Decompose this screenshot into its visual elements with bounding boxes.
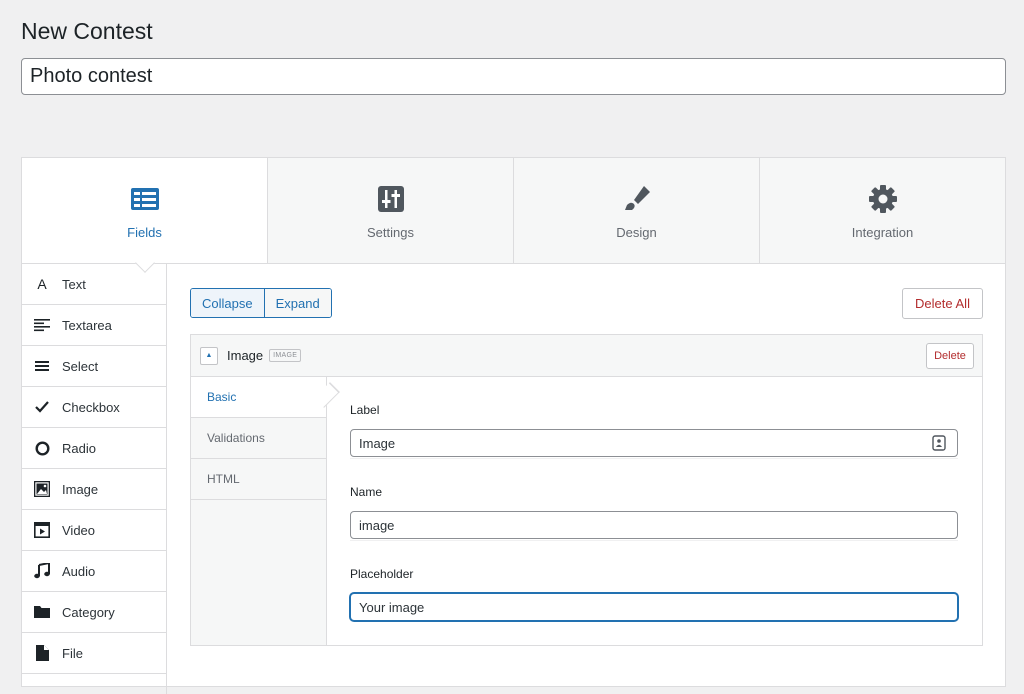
- field-delete-button[interactable]: Delete: [926, 343, 974, 369]
- tab-integration-label: Integration: [851, 225, 914, 240]
- label-caption: Label: [350, 403, 380, 417]
- field-type-radio[interactable]: Radio: [22, 428, 166, 469]
- field-type-label: Checkbox: [62, 399, 120, 415]
- field-type-text[interactable]: A Text: [22, 264, 166, 305]
- field-type-category[interactable]: Category: [22, 592, 166, 633]
- collapse-expand-group: Collapse Expand: [190, 288, 332, 318]
- field-card-header: ▲ Image IMAGE Delete: [191, 335, 982, 377]
- tab-design[interactable]: Design: [513, 158, 759, 263]
- page-title: New Contest: [21, 18, 153, 44]
- tab-design-label: Design: [616, 225, 657, 240]
- tab-settings-label: Settings: [367, 225, 414, 240]
- gear-icon: [868, 185, 897, 213]
- field-type-label: Image: [62, 481, 99, 497]
- field-type-file[interactable]: File: [22, 633, 166, 674]
- expand-button[interactable]: Expand: [263, 289, 331, 317]
- field-card-image: ▲ Image IMAGE Delete Basic Validations H…: [190, 334, 983, 646]
- field-settings-form: Label Name Placeholder: [350, 377, 958, 623]
- placeholder-group: Placeholder: [350, 541, 958, 623]
- contest-title-input[interactable]: [21, 58, 1006, 95]
- subtab-basic[interactable]: Basic: [191, 377, 326, 418]
- field-type-textarea[interactable]: Textarea: [22, 305, 166, 346]
- placeholder-caption: Placeholder: [350, 567, 414, 581]
- field-type-label: Text: [62, 276, 86, 292]
- paintbrush-icon: [624, 186, 650, 210]
- field-type-audio[interactable]: Audio: [22, 551, 166, 592]
- builder-tabs: Fields Settings Design Integration: [22, 158, 1005, 264]
- collapse-button[interactable]: Collapse: [191, 289, 264, 317]
- field-type-label: Audio: [62, 563, 96, 579]
- placeholder-input[interactable]: [350, 593, 958, 621]
- name-caption: Name: [350, 485, 383, 499]
- collapse-toggle-icon[interactable]: ▲: [200, 346, 218, 365]
- field-type-label: Video: [62, 522, 96, 538]
- field-type-label: Textarea: [62, 317, 112, 333]
- field-card-title: Image: [227, 348, 264, 363]
- tab-fields[interactable]: Fields: [22, 158, 267, 263]
- delete-all-button[interactable]: Delete All: [902, 288, 983, 319]
- field-type-label: Select: [62, 358, 99, 374]
- image-icon: [34, 481, 50, 497]
- video-icon: [34, 522, 50, 538]
- label-input[interactable]: [350, 429, 958, 457]
- field-type-video[interactable]: Video: [22, 510, 166, 551]
- select-icon: [34, 358, 50, 374]
- subtab-html[interactable]: HTML: [191, 459, 326, 500]
- field-subtabs: Basic Validations HTML: [191, 377, 327, 645]
- radio-icon: [34, 440, 50, 456]
- field-type-label: Category: [62, 604, 115, 620]
- audio-icon: [34, 563, 50, 579]
- text-icon: A: [37, 276, 47, 292]
- textarea-icon: [34, 317, 50, 333]
- category-icon: [34, 604, 50, 620]
- tab-fields-label: Fields: [127, 225, 162, 240]
- field-type-select[interactable]: Select: [22, 346, 166, 387]
- field-type-label: File: [62, 645, 83, 661]
- settings-sliders-icon: [377, 186, 404, 212]
- field-type-checkbox[interactable]: Checkbox: [22, 387, 166, 428]
- tab-settings[interactable]: Settings: [267, 158, 513, 263]
- field-type-image[interactable]: Image: [22, 469, 166, 510]
- field-type-label: Radio: [62, 440, 96, 456]
- checkbox-icon: [34, 399, 50, 415]
- name-group: Name: [350, 459, 958, 541]
- field-types-list: A Text Textarea Select Checkbox Radio Im…: [22, 264, 167, 694]
- fields-icon: [130, 188, 159, 210]
- contact-card-icon: [932, 435, 946, 451]
- tab-integration[interactable]: Integration: [759, 158, 1005, 263]
- subtab-validations[interactable]: Validations: [191, 418, 326, 459]
- contest-builder-panel: Fields Settings Design Integration A Tex…: [21, 157, 1006, 694]
- field-type-badge: IMAGE: [269, 349, 302, 362]
- name-input[interactable]: [350, 511, 958, 539]
- label-group: Label: [350, 377, 958, 459]
- file-icon: [34, 645, 50, 661]
